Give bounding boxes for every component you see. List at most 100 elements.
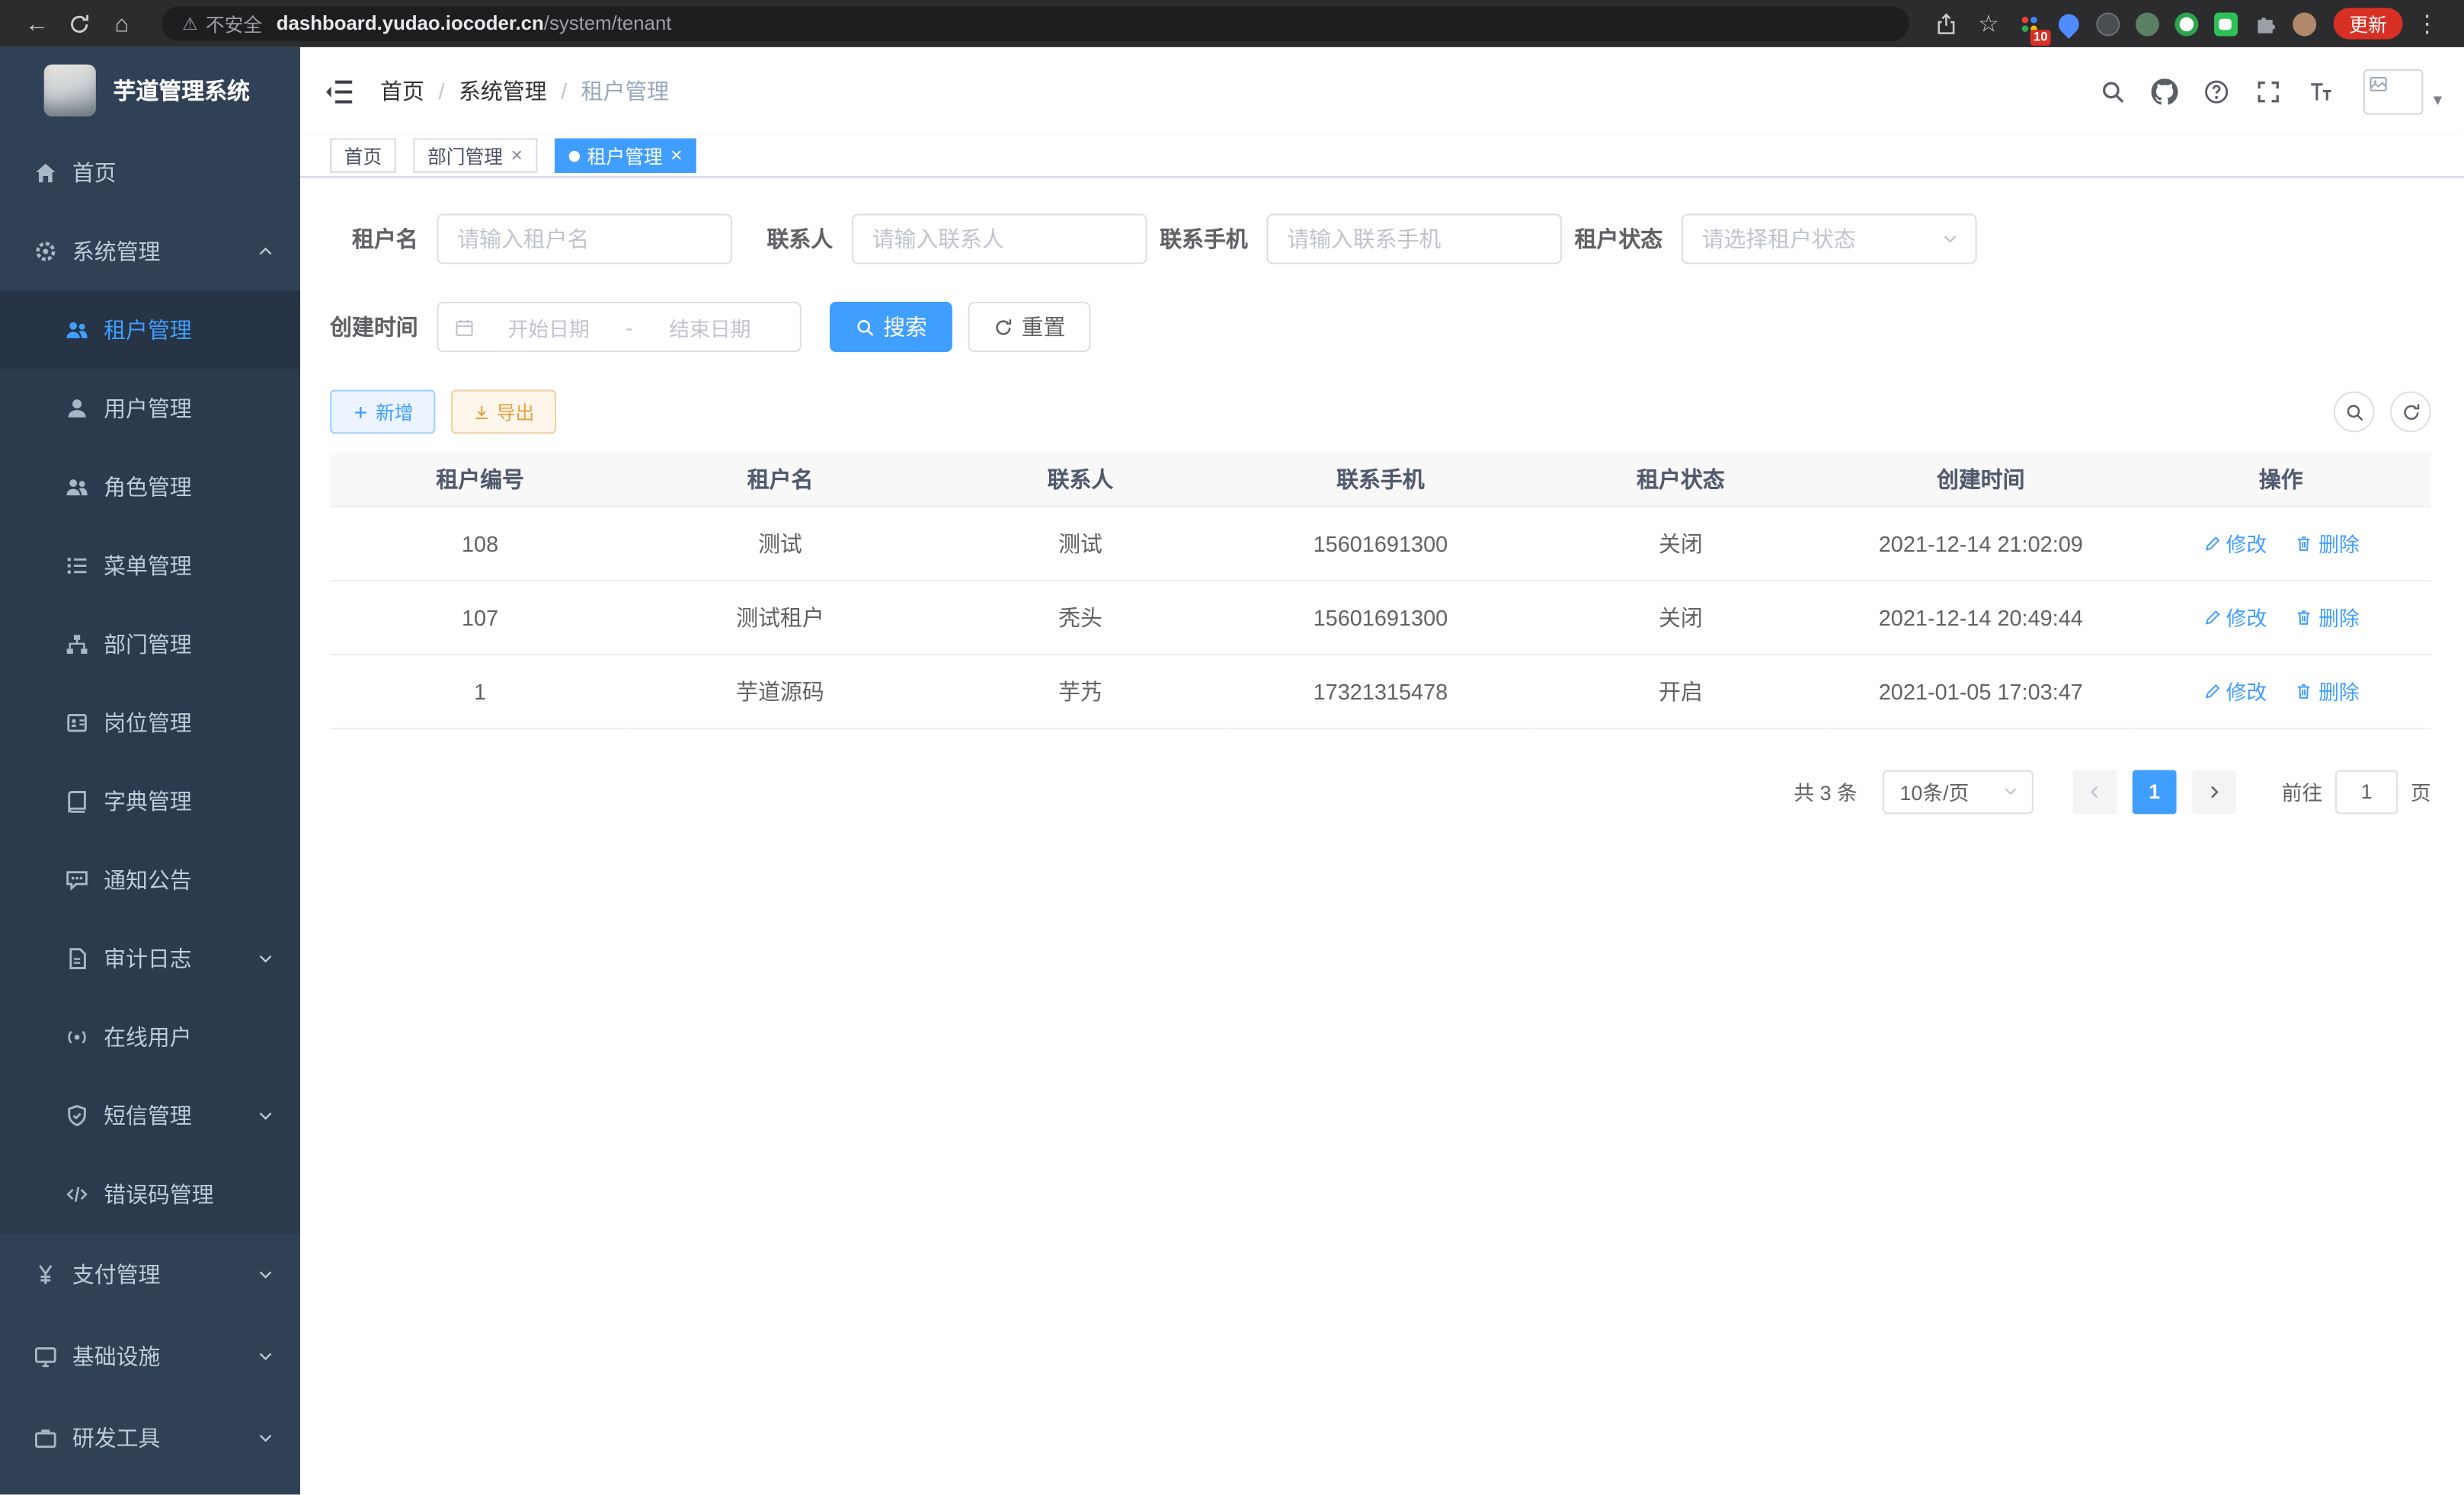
extensions-puzzle-icon[interactable] bbox=[2245, 2, 2285, 45]
url-path: /system/tenant bbox=[544, 13, 672, 35]
cell-contact: 芋艿 bbox=[930, 654, 1230, 728]
extension-icon-drop[interactable] bbox=[2049, 2, 2088, 45]
chevron-down-icon bbox=[256, 1429, 275, 1448]
contact-input[interactable] bbox=[872, 226, 1127, 251]
url-host: dashboard.yudao.iocoder.cn bbox=[277, 13, 544, 35]
app-title: 芋道管理系统 bbox=[114, 74, 250, 107]
tab-dept-management[interactable]: 部门管理 × bbox=[413, 139, 536, 173]
calendar-icon bbox=[454, 317, 475, 338]
filter-create-time: 创建时间 开始日期 - 结束日期 bbox=[330, 302, 802, 352]
close-icon[interactable]: × bbox=[510, 146, 523, 165]
back-icon[interactable]: ← bbox=[16, 2, 59, 45]
sidebar-item-menu-management[interactable]: 菜单管理 bbox=[0, 527, 300, 605]
breadcrumb: 首页 / 系统管理 / 租户管理 bbox=[380, 75, 2088, 107]
column-status: 租户状态 bbox=[1531, 453, 1831, 506]
github-icon[interactable] bbox=[2139, 66, 2191, 117]
cell-actions: 修改 删除 bbox=[2131, 580, 2431, 654]
phone-input[interactable] bbox=[1287, 226, 1541, 251]
list-icon bbox=[65, 553, 90, 578]
help-icon[interactable] bbox=[2191, 66, 2243, 117]
fullscreen-icon[interactable] bbox=[2243, 66, 2295, 117]
browser-menu-icon[interactable]: ⋮ bbox=[2406, 2, 2449, 45]
sidebar-item-payment-management[interactable]: 支付管理 bbox=[0, 1234, 300, 1315]
chevron-left-icon bbox=[2085, 782, 2104, 801]
prev-page-button[interactable] bbox=[2072, 770, 2117, 814]
bookmark-star-icon[interactable]: ☆ bbox=[1967, 2, 2010, 45]
trash-icon bbox=[2295, 533, 2314, 552]
sidebar-item-user-management[interactable]: 用户管理 bbox=[0, 370, 300, 448]
reset-button[interactable]: 重置 bbox=[968, 302, 1091, 352]
reload-icon[interactable] bbox=[58, 2, 101, 45]
shield-icon bbox=[65, 1103, 90, 1128]
sidebar-item-dept-management[interactable]: 部门管理 bbox=[0, 605, 300, 683]
avatar-caret-down-icon[interactable]: ▾ bbox=[2434, 89, 2442, 110]
export-button[interactable]: 导出 bbox=[451, 390, 556, 434]
breadcrumb-current: 租户管理 bbox=[581, 75, 670, 107]
update-button[interactable]: 更新 bbox=[2334, 8, 2403, 39]
gear-icon bbox=[33, 239, 58, 264]
tenant-name-input[interactable] bbox=[457, 226, 712, 251]
extension-icon-dots[interactable]: 10 bbox=[2010, 2, 2050, 45]
edit-button[interactable]: 修改 bbox=[2203, 676, 2267, 706]
sidebar-item-home[interactable]: 首页 bbox=[0, 133, 300, 212]
search-button[interactable]: 搜索 bbox=[830, 302, 952, 352]
cell-status: 开启 bbox=[1531, 654, 1831, 728]
status-label: 租户状态 bbox=[1575, 223, 1682, 255]
status-select[interactable]: 请选择租户状态 bbox=[1682, 214, 1977, 264]
sidebar-item-tenant-management[interactable]: 租户管理 bbox=[0, 291, 300, 370]
share-icon[interactable] bbox=[1925, 2, 1968, 45]
header-search-icon[interactable] bbox=[2088, 66, 2139, 117]
filter-contact: 联系人 bbox=[745, 214, 1147, 264]
user-avatar[interactable] bbox=[2364, 69, 2424, 114]
sidebar: 芋道管理系统 首页 系统管理 租户管理 用户管理 bbox=[0, 47, 300, 1495]
goto-page-input[interactable] bbox=[2335, 770, 2398, 814]
column-created: 创建时间 bbox=[1831, 453, 2131, 506]
sidebar-item-notice[interactable]: 通知公告 bbox=[0, 840, 300, 919]
page-number-1[interactable]: 1 bbox=[2133, 770, 2177, 814]
sidebar-item-role-management[interactable]: 角色管理 bbox=[0, 448, 300, 527]
date-range-picker[interactable]: 开始日期 - 结束日期 bbox=[437, 302, 802, 352]
sidebar-collapse-icon[interactable] bbox=[324, 75, 357, 107]
edit-button[interactable]: 修改 bbox=[2203, 528, 2267, 558]
breadcrumb-separator: / bbox=[438, 78, 444, 104]
tab-home[interactable]: 首页 bbox=[330, 139, 396, 173]
page-size-select[interactable]: 10条/页 bbox=[1883, 770, 2034, 814]
add-button[interactable]: 新增 bbox=[330, 390, 435, 434]
sidebar-item-post-management[interactable]: 岗位管理 bbox=[0, 683, 300, 762]
sidebar-item-infrastructure[interactable]: 基础设施 bbox=[0, 1315, 300, 1397]
edit-button[interactable]: 修改 bbox=[2203, 602, 2267, 632]
sidebar-item-dev-tools[interactable]: 研发工具 bbox=[0, 1397, 300, 1479]
font-size-icon[interactable] bbox=[2295, 66, 2347, 117]
extension-icon-green[interactable] bbox=[2128, 2, 2168, 45]
breadcrumb-system[interactable]: 系统管理 bbox=[459, 75, 547, 107]
delete-button[interactable]: 删除 bbox=[2295, 676, 2360, 706]
address-bar[interactable]: ⚠ 不安全 dashboard.yudao.iocoder.cn/system/… bbox=[162, 6, 1909, 40]
delete-button[interactable]: 删除 bbox=[2295, 602, 2360, 632]
toggle-search-button[interactable] bbox=[2334, 392, 2375, 433]
sidebar-item-audit-log[interactable]: 审计日志 bbox=[0, 920, 300, 998]
extension-icon-ring[interactable] bbox=[2167, 2, 2206, 45]
sidebar-item-system-management[interactable]: 系统管理 bbox=[0, 212, 300, 290]
extension-icon-chat[interactable] bbox=[2206, 2, 2246, 45]
sidebar-item-online-users[interactable]: 在线用户 bbox=[0, 998, 300, 1077]
download-icon bbox=[473, 403, 491, 421]
breadcrumb-home[interactable]: 首页 bbox=[380, 75, 424, 107]
next-page-button[interactable] bbox=[2192, 770, 2236, 814]
close-icon[interactable]: × bbox=[670, 146, 683, 165]
edit-icon bbox=[2203, 533, 2222, 552]
home-icon[interactable]: ⌂ bbox=[101, 2, 143, 45]
extension-icon-globe[interactable] bbox=[2088, 2, 2128, 45]
delete-button[interactable]: 删除 bbox=[2295, 528, 2360, 558]
book-icon bbox=[65, 789, 90, 814]
sidebar-item-error-code-management[interactable]: 错误码管理 bbox=[0, 1155, 300, 1234]
sidebar-item-sms-management[interactable]: 短信管理 bbox=[0, 1077, 300, 1155]
cell-created: 2021-12-14 20:49:44 bbox=[1831, 580, 2131, 654]
app-logo[interactable]: 芋道管理系统 bbox=[0, 47, 300, 133]
document-icon bbox=[65, 946, 90, 972]
browser-profile-avatar[interactable] bbox=[2285, 2, 2325, 45]
refresh-table-button[interactable] bbox=[2390, 392, 2431, 433]
sidebar-item-dict-management[interactable]: 字典管理 bbox=[0, 762, 300, 840]
chevron-right-icon bbox=[2205, 782, 2224, 801]
tab-tenant-management[interactable]: 租户管理 × bbox=[554, 139, 696, 173]
table-header-row: 租户编号 租户名 联系人 联系手机 租户状态 创建时间 操作 bbox=[330, 453, 2431, 506]
